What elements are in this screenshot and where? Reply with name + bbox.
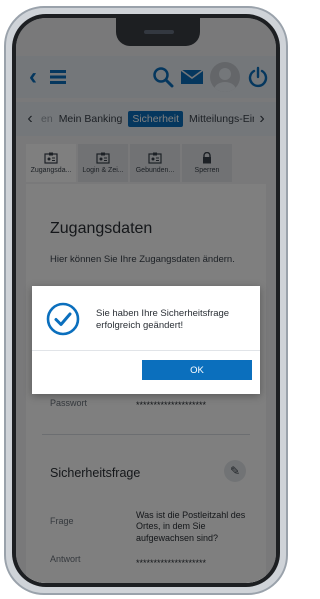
app-screen: ‹ ‹ <box>16 18 276 583</box>
phone-bezel: ‹ ‹ <box>12 14 280 587</box>
phone-frame: ‹ ‹ <box>4 6 288 595</box>
dialog-message: Sie haben Ihre Sicherheitsfrage erfolgre… <box>96 308 230 332</box>
check-circle-icon <box>46 302 80 336</box>
speaker <box>144 30 174 34</box>
phone-notch <box>116 18 200 46</box>
dialog-divider <box>32 350 260 351</box>
ok-button[interactable]: OK <box>142 360 252 380</box>
success-dialog: Sie haben Ihre Sicherheitsfrage erfolgre… <box>32 286 260 394</box>
